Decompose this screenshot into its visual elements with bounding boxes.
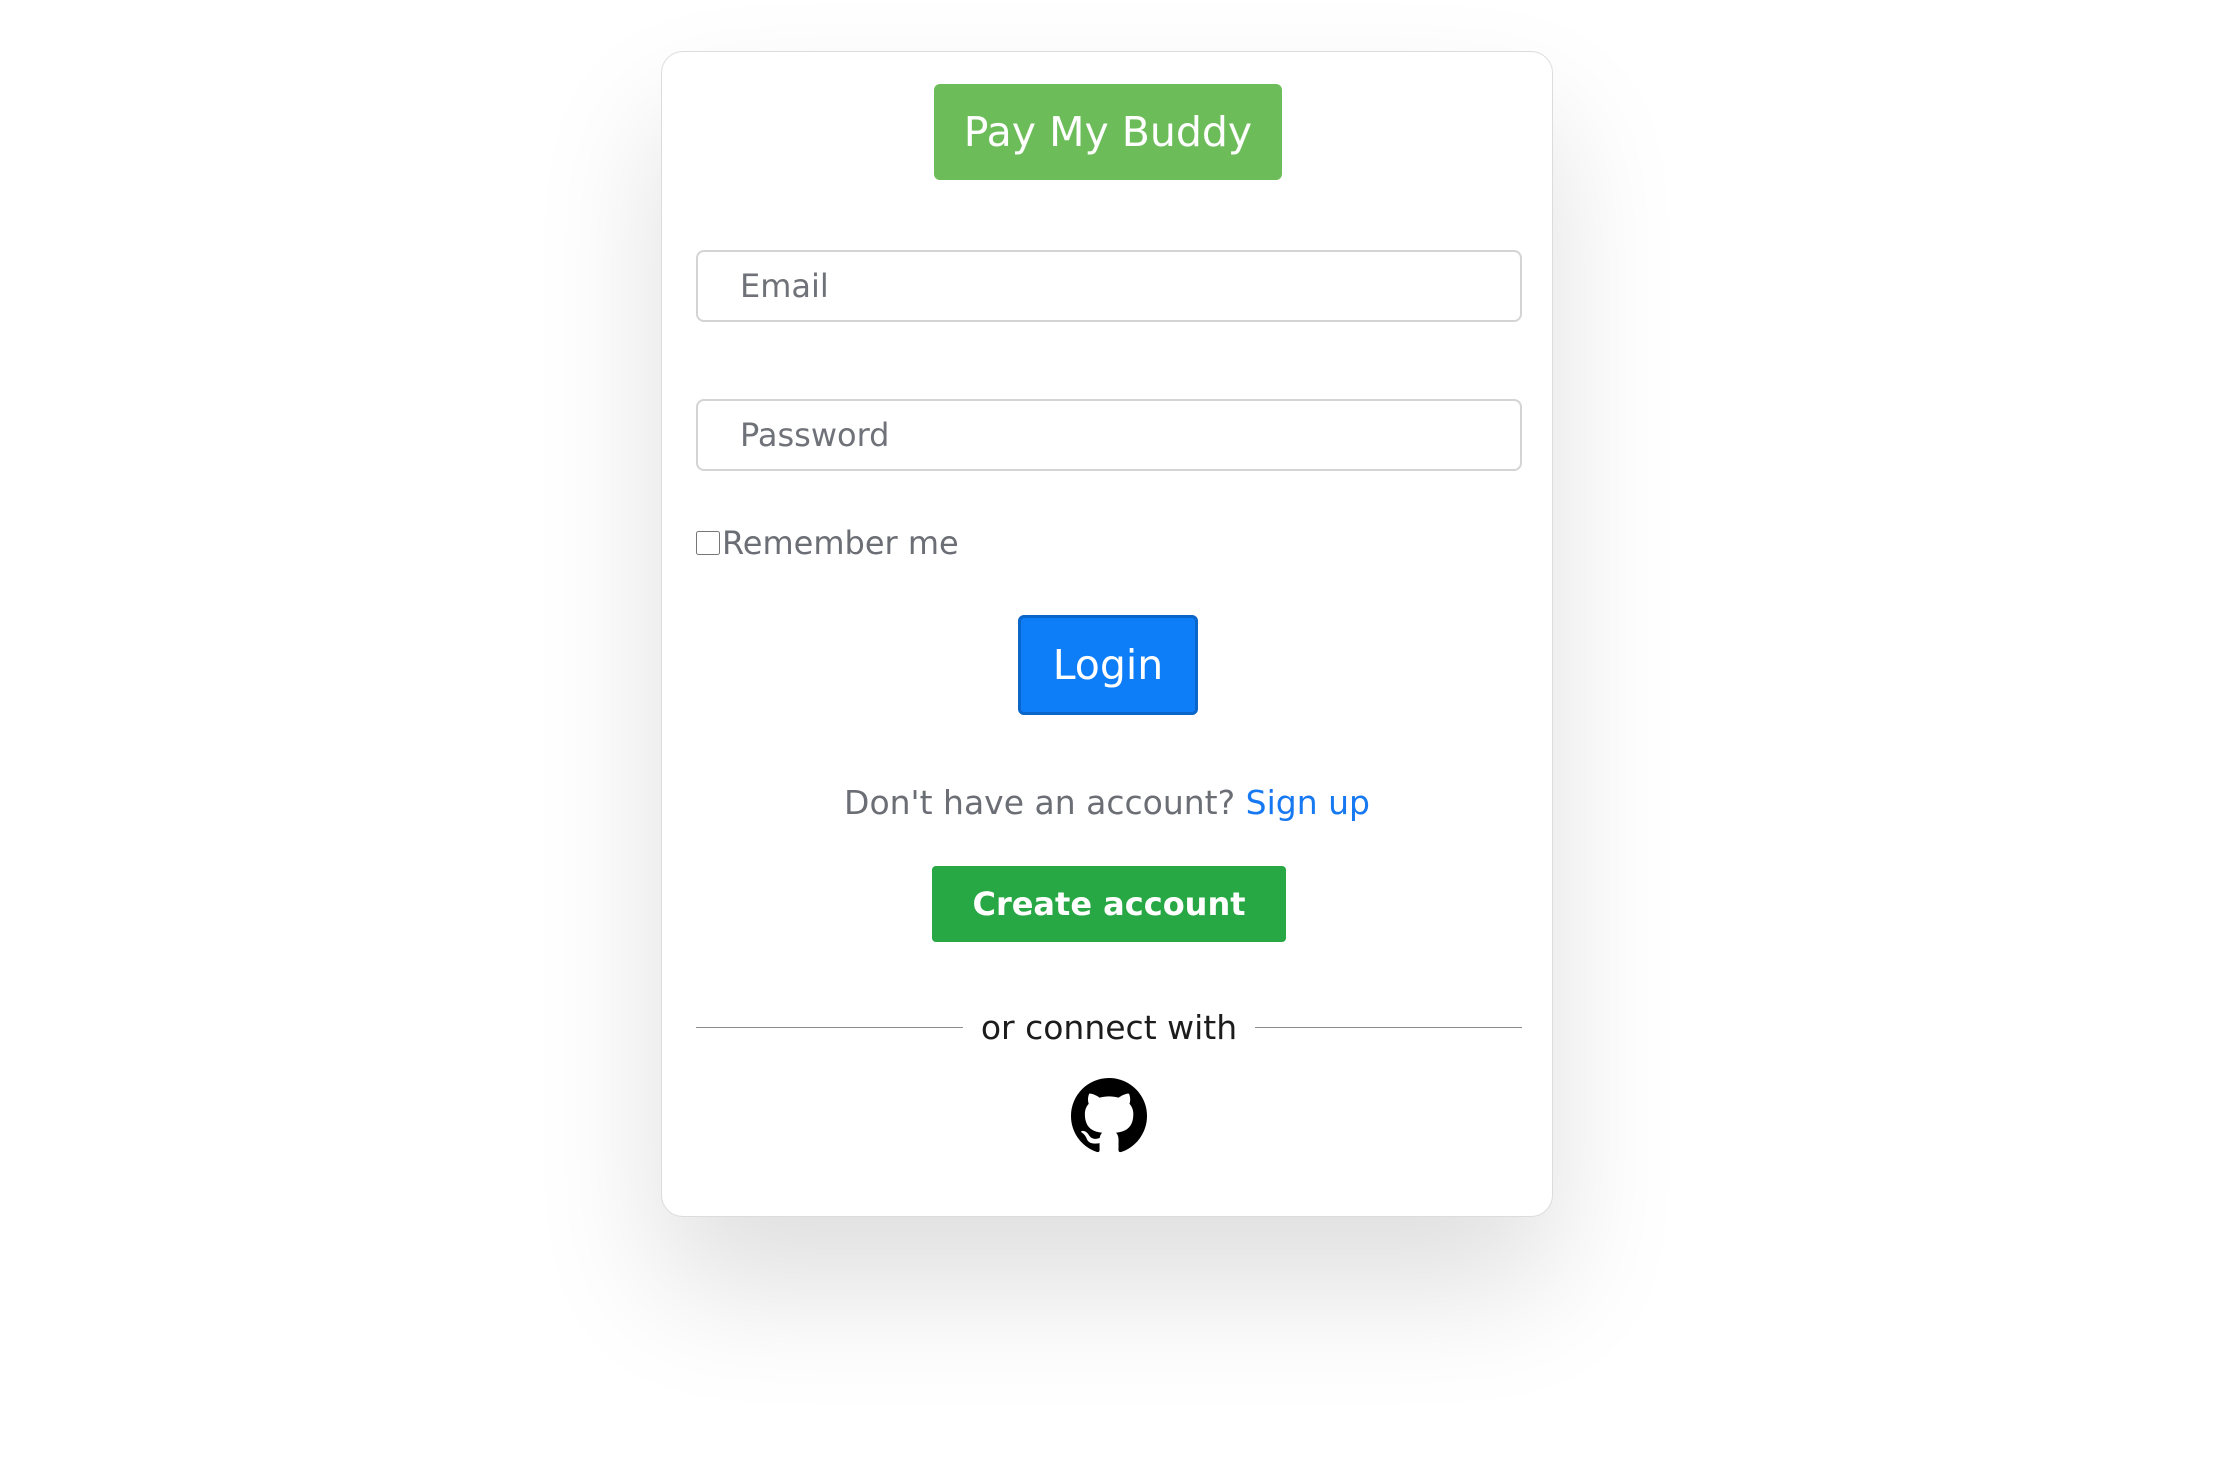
- github-icon[interactable]: [1071, 1078, 1147, 1154]
- login-card: Pay My Buddy Remember me Login Don't hav…: [661, 51, 1553, 1217]
- login-button[interactable]: Login: [1018, 615, 1198, 715]
- create-account-button[interactable]: Create account: [932, 866, 1286, 942]
- divider-rule-right: [1255, 1026, 1522, 1028]
- signup-prompt: Don't have an account? Sign up: [662, 783, 1552, 822]
- divider-text: or connect with: [980, 1007, 1238, 1047]
- sign-up-link[interactable]: Sign up: [1246, 783, 1370, 822]
- password-input[interactable]: [696, 399, 1522, 471]
- email-input[interactable]: [696, 250, 1522, 322]
- divider-rule-left: [696, 1026, 963, 1028]
- remember-me-label: Remember me: [722, 524, 959, 562]
- social-divider: or connect with: [696, 1002, 1522, 1052]
- remember-me-checkbox[interactable]: [696, 531, 720, 555]
- remember-me[interactable]: Remember me: [696, 522, 959, 564]
- signup-prompt-text: Don't have an account?: [844, 783, 1236, 822]
- brand-logo: Pay My Buddy: [934, 84, 1282, 180]
